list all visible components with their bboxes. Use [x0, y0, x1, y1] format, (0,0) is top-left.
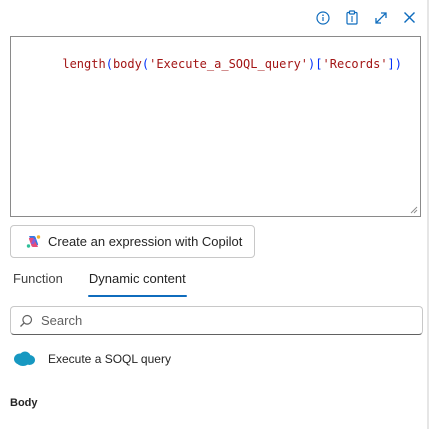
- close-button[interactable]: [398, 6, 421, 29]
- dynamic-content-item-body[interactable]: Body: [10, 397, 38, 409]
- code-token: length: [62, 57, 106, 71]
- code-token: (: [105, 57, 113, 71]
- group-label: Execute a SOQL query: [48, 351, 171, 366]
- code-token: body: [112, 57, 142, 71]
- expression-code[interactable]: length(body('Execute_a_SOQL_query')['Rec…: [19, 40, 412, 88]
- code-token: ]: [387, 57, 395, 71]
- active-tab-indicator: [87, 295, 187, 297]
- expand-icon: [374, 11, 387, 24]
- tab-label: Function: [13, 271, 63, 286]
- code-token: 'Records': [322, 57, 388, 71]
- expand-button[interactable]: [369, 6, 392, 29]
- tab-dynamic-content[interactable]: Dynamic content: [76, 264, 199, 298]
- salesforce-cloud-icon: [14, 351, 35, 366]
- info-icon: [315, 10, 330, 25]
- tab-label: Dynamic content: [88, 271, 186, 286]
- code-token: [: [315, 57, 323, 71]
- dynamic-content-group[interactable]: Execute a SOQL query: [12, 350, 171, 367]
- clipboard-icon: [345, 10, 358, 25]
- expression-panel: length(body('Execute_a_SOQL_query')['Rec…: [0, 0, 429, 429]
- code-token: ): [394, 57, 403, 71]
- close-icon: [404, 12, 415, 23]
- tab-function[interactable]: Function: [0, 264, 76, 298]
- content-tabs: Function Dynamic content: [0, 264, 199, 298]
- expression-editor[interactable]: length(body('Execute_a_SOQL_query')['Rec…: [10, 36, 421, 217]
- resize-grip-icon[interactable]: [410, 206, 418, 214]
- panel-toolbar: [311, 6, 421, 29]
- search-icon: [20, 314, 33, 327]
- code-token: 'Execute_a_SOQL_query': [149, 57, 309, 71]
- code-token: (: [141, 57, 150, 71]
- copilot-expression-button[interactable]: Create an expression with Copilot: [10, 225, 256, 258]
- search-box[interactable]: [10, 306, 423, 335]
- info-button[interactable]: [311, 6, 334, 29]
- item-label: Body: [10, 397, 38, 409]
- paste-button[interactable]: [340, 6, 363, 29]
- copilot-button-label: Create an expression with Copilot: [48, 234, 243, 249]
- copilot-icon: [26, 235, 41, 248]
- search-input[interactable]: [41, 313, 401, 328]
